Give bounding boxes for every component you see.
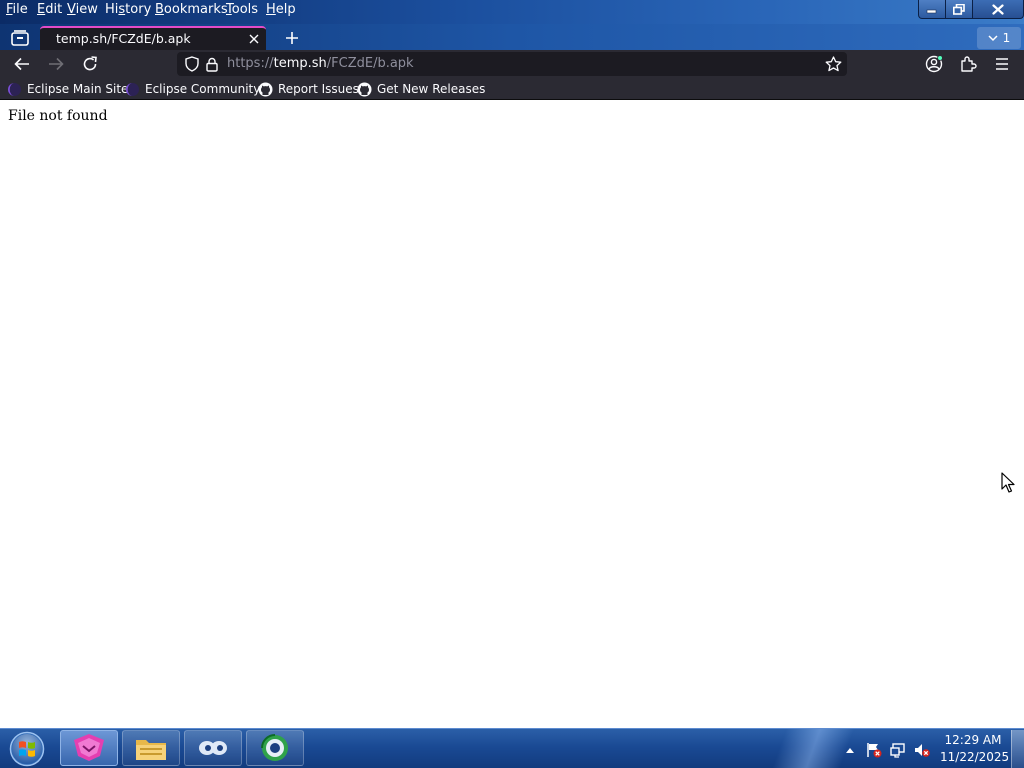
clock-time[interactable]: 12:29 AM	[940, 733, 1006, 747]
reload-icon	[83, 56, 97, 71]
tab-overview-button[interactable]	[8, 27, 32, 49]
account-button[interactable]	[922, 52, 946, 76]
network-icon[interactable]	[890, 742, 906, 758]
action-center-icon[interactable]	[866, 742, 882, 758]
arrow-left-icon	[14, 57, 29, 71]
menu-bookmarks[interactable]: Bookmarks	[155, 2, 228, 17]
bookmark-eclipse-community[interactable]: Eclipse Community	[125, 80, 260, 98]
url-text[interactable]: https://temp.sh/FCZdE/b.apk	[227, 56, 414, 71]
clock-date[interactable]: 11/22/2025	[940, 750, 1009, 764]
mouse-cursor-icon	[1001, 472, 1015, 493]
navigation-toolbar: https://temp.sh/FCZdE/b.apk	[0, 50, 1024, 78]
menu-view[interactable]: View	[67, 2, 98, 17]
tab-close-button[interactable]	[246, 31, 262, 47]
lock-icon[interactable]	[200, 52, 224, 76]
windows-logo-icon	[9, 731, 45, 767]
bookmark-eclipse-main-site[interactable]: Eclipse Main Site	[7, 80, 128, 98]
github-icon	[258, 82, 273, 96]
list-all-tabs-button[interactable]: 1	[977, 27, 1021, 49]
url-bar[interactable]: https://temp.sh/FCZdE/b.apk	[177, 52, 847, 76]
back-button[interactable]	[10, 52, 34, 76]
menu-history[interactable]: History	[105, 2, 151, 17]
menu-edit[interactable]: Edit	[37, 2, 62, 17]
tab-strip: temp.sh/FCZdE/b.apk 1	[0, 24, 1024, 50]
menu-tools[interactable]: Tools	[226, 2, 258, 17]
new-tab-button[interactable]	[281, 27, 303, 49]
tab-title: temp.sh/FCZdE/b.apk	[56, 31, 191, 46]
puzzle-icon	[961, 56, 977, 72]
star-icon	[825, 56, 841, 72]
globe-icon	[261, 734, 288, 761]
tab-active[interactable]: temp.sh/FCZdE/b.apk	[40, 26, 266, 50]
taskbar-file-explorer[interactable]	[122, 730, 180, 766]
taskbar: 12:29 AM 11/22/2025	[0, 728, 1024, 768]
taskbar-browser-app[interactable]	[60, 730, 118, 766]
page-message: File not found	[8, 108, 108, 124]
close-icon	[992, 3, 1004, 15]
taskbar-network-app[interactable]	[246, 730, 304, 766]
bookmark-star-button[interactable]	[821, 52, 845, 76]
menu-file[interactable]: File	[6, 2, 28, 17]
restore-button[interactable]	[945, 0, 973, 19]
fox-icon	[74, 734, 104, 761]
eyes-icon	[199, 741, 227, 755]
tab-overview-icon	[11, 30, 29, 46]
volume-muted-icon[interactable]	[914, 742, 930, 758]
tab-count: 1	[1002, 31, 1011, 45]
close-window-button[interactable]	[972, 0, 1024, 19]
chevron-up-icon	[846, 748, 854, 753]
plus-icon	[286, 32, 298, 44]
page-content: File not found	[0, 100, 1024, 728]
bookmark-get-new-releases[interactable]: Get New Releases	[357, 80, 485, 98]
arrow-right-icon	[49, 57, 64, 71]
eclipse-icon	[126, 82, 139, 96]
show-desktop-button[interactable]	[1011, 730, 1024, 768]
title-bar: File Edit View History Bookmarks Tools H…	[0, 0, 1024, 24]
app-menu-button[interactable]	[990, 52, 1014, 76]
forward-button[interactable]	[44, 52, 68, 76]
restore-icon	[953, 3, 965, 15]
extensions-button[interactable]	[956, 52, 980, 76]
eclipse-icon	[8, 82, 21, 96]
minimize-icon	[926, 9, 937, 14]
minimize-button[interactable]	[918, 0, 946, 19]
menu-help[interactable]: Help	[266, 2, 296, 17]
show-hidden-icons-button[interactable]	[842, 742, 858, 758]
reload-button[interactable]	[78, 52, 102, 76]
account-icon	[925, 55, 943, 73]
hamburger-menu-icon	[996, 58, 1008, 70]
start-button[interactable]	[3, 730, 51, 768]
github-icon	[357, 82, 372, 96]
bookmark-report-issues[interactable]: Report Issues	[258, 80, 359, 98]
taskbar-viewer-app[interactable]	[184, 730, 242, 766]
bookmarks-toolbar: Eclipse Main Site Eclipse Community Repo…	[0, 78, 1024, 100]
close-icon	[249, 34, 259, 44]
chevron-down-icon	[988, 34, 998, 41]
folder-icon	[136, 740, 166, 760]
